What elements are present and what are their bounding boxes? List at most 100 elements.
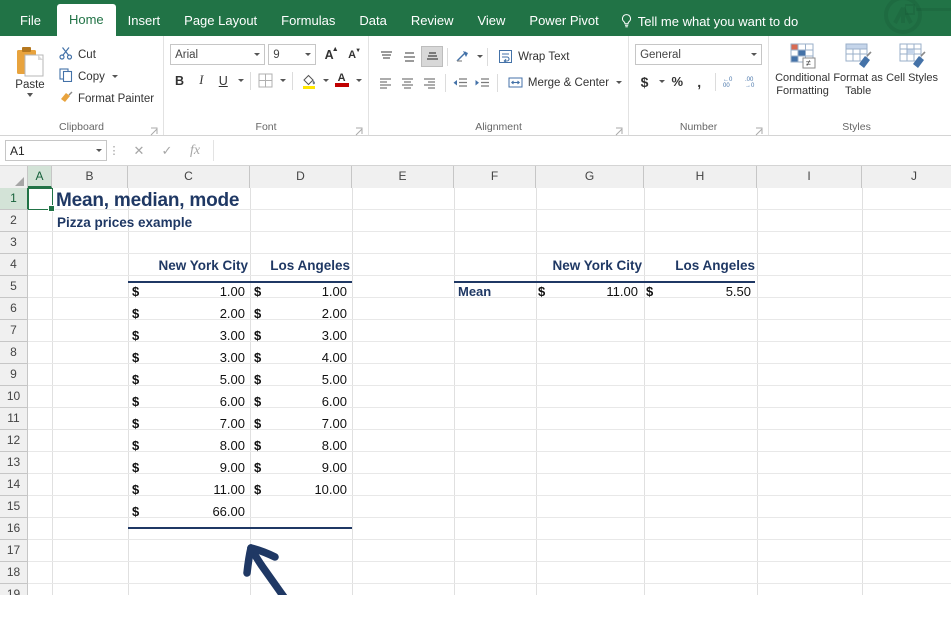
tab-page-layout[interactable]: Page Layout [172,6,269,36]
column-header-j[interactable]: J [862,166,951,188]
cell-nyc-value[interactable]: 8.00 [132,438,245,453]
accounting-chevron-down-icon[interactable] [658,80,665,83]
cell-nyc-value[interactable]: 1.00 [132,284,245,299]
row-header-9[interactable]: 9 [0,364,27,386]
cell-la-value[interactable]: 4.00 [254,350,347,365]
chevron-down-icon[interactable] [111,75,118,78]
orientation-chevron-down-icon[interactable] [477,55,484,58]
cell-nyc-value[interactable]: 3.00 [132,328,245,343]
cell-nyc-value[interactable]: 6.00 [132,394,245,409]
row-header-18[interactable]: 18 [0,562,27,584]
insert-function-icon[interactable]: fx [187,143,203,159]
cell-nyc-value[interactable]: 11.00 [132,482,245,497]
row-header-4[interactable]: 4 [0,254,27,276]
fill-color-chevron-down-icon[interactable] [323,79,330,82]
orientation-button[interactable] [452,46,474,67]
column-header-f[interactable]: F [454,166,536,188]
decrease-decimal-button[interactable]: .00 →0 [743,71,762,92]
wrap-text-button[interactable]: Wrap Text [498,49,569,64]
tab-review[interactable]: Review [399,6,466,36]
font-color-button[interactable]: A [332,70,351,91]
number-dialog-launcher[interactable] [755,123,764,136]
row-header-12[interactable]: 12 [0,430,27,452]
cell-la-value[interactable]: 1.00 [254,284,347,299]
row-header-13[interactable]: 13 [0,452,27,474]
name-box[interactable]: A1 [5,140,107,161]
cell-subtitle[interactable]: Pizza prices example [57,215,192,230]
column-header-c[interactable]: C [128,166,250,188]
align-bottom-button[interactable] [421,46,444,67]
row-header-11[interactable]: 11 [0,408,27,430]
column-header-d[interactable]: D [250,166,352,188]
cell-nyc-value[interactable]: 5.00 [132,372,245,387]
cell-la-value[interactable]: 8.00 [254,438,347,453]
increase-font-size-button[interactable]: A ▲ [319,44,339,65]
row-header-6[interactable]: 6 [0,298,27,320]
row-header-17[interactable]: 17 [0,540,27,562]
tab-formulas[interactable]: Formulas [269,6,347,36]
row-header-1[interactable]: 1 [0,188,29,210]
alignment-dialog-launcher[interactable] [615,123,624,136]
copy-button[interactable]: Copy [56,67,157,86]
tell-me-search[interactable]: Tell me what you want to do [611,6,808,36]
cell-title[interactable]: Mean, median, mode [56,190,239,212]
row-header-15[interactable]: 15 [0,496,27,518]
cell-left-header-la[interactable]: Los Angeles [252,258,350,273]
decrease-indent-button[interactable] [450,72,471,93]
row-header-7[interactable]: 7 [0,320,27,342]
cell-mean-nyc[interactable]: 11.00 [538,284,638,299]
row-header-8[interactable]: 8 [0,342,27,364]
comma-format-button[interactable]: , [690,71,709,92]
merge-center-chevron-down-icon[interactable] [616,81,623,84]
fill-color-button[interactable] [299,70,318,91]
increase-indent-button[interactable] [472,72,493,93]
row-header-10[interactable]: 10 [0,386,27,408]
font-dialog-launcher[interactable] [355,123,364,136]
align-left-button[interactable] [375,72,396,93]
tab-view[interactable]: View [465,6,517,36]
underline-button[interactable]: U [214,70,233,91]
cell-la-value[interactable]: 3.00 [254,328,347,343]
column-header-e[interactable]: E [352,166,454,188]
check-icon[interactable]: ✓ [159,143,175,159]
cell-area[interactable]: Mean, median, mode Pizza prices example … [28,188,951,595]
column-header-g[interactable]: G [536,166,644,188]
number-format-combo[interactable]: General [635,44,763,65]
cell-right-header-nyc[interactable]: New York City [538,258,642,273]
cell-nyc-value[interactable]: 7.00 [132,416,245,431]
align-middle-button[interactable] [398,46,420,67]
cell-left-header-nyc[interactable]: New York City [130,258,248,273]
percent-format-button[interactable]: % [668,71,687,92]
tab-insert[interactable]: Insert [116,6,173,36]
cell-mean-label[interactable]: Mean [458,284,491,299]
cell-la-value[interactable]: 6.00 [254,394,347,409]
underline-chevron-down-icon[interactable] [237,79,244,82]
cell-la-value[interactable]: 2.00 [254,306,347,321]
font-size-combo[interactable]: 9 [268,44,317,65]
cell-mean-la[interactable]: 5.50 [646,284,751,299]
row-header-5[interactable]: 5 [0,276,27,298]
active-cell-selection[interactable] [28,188,55,212]
cell-la-value[interactable]: 10.00 [254,482,347,497]
cell-nyc-total[interactable]: 66.00 [132,504,245,519]
bold-button[interactable]: B [170,70,189,91]
cell-nyc-value[interactable]: 3.00 [132,350,245,365]
borders-chevron-down-icon[interactable] [280,79,287,82]
formula-bar-handle[interactable]: ⋮ [107,144,121,157]
tab-power-pivot[interactable]: Power Pivot [517,6,610,36]
cell-la-value[interactable]: 5.00 [254,372,347,387]
tab-home[interactable]: Home [56,4,116,36]
font-color-chevron-down-icon[interactable] [356,79,363,82]
row-header-14[interactable]: 14 [0,474,27,496]
formula-input[interactable] [213,140,946,161]
select-all-corner[interactable] [0,166,28,188]
column-header-h[interactable]: H [644,166,757,188]
cell-la-value[interactable]: 7.00 [254,416,347,431]
tab-data[interactable]: Data [347,6,398,36]
chevron-down-icon[interactable] [27,93,33,97]
align-center-button[interactable] [397,72,418,93]
cut-button[interactable]: Cut [56,45,157,64]
align-top-button[interactable] [375,46,397,67]
font-name-combo[interactable]: Arial [170,44,266,65]
borders-button[interactable] [257,70,276,91]
